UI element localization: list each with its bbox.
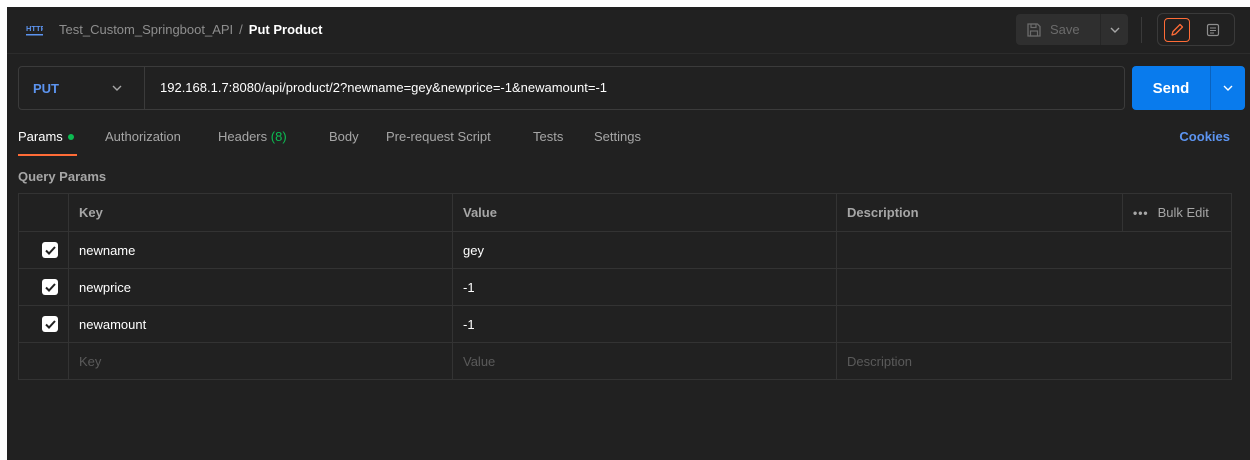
- table-row: newprice -1: [18, 268, 1232, 306]
- method-label: PUT: [33, 80, 59, 96]
- tab-params-label: Params: [18, 129, 63, 144]
- edit-mode-button[interactable]: [1164, 18, 1190, 42]
- new-param-row: Key Value Description: [18, 342, 1232, 380]
- save-options-button[interactable]: [1100, 14, 1128, 45]
- param-checkbox[interactable]: [42, 242, 58, 258]
- param-description[interactable]: [836, 231, 1232, 269]
- param-key[interactable]: newprice: [68, 268, 453, 306]
- header-checkbox-cell: [18, 193, 69, 232]
- http-icon: HTTP: [26, 24, 43, 36]
- request-url-bar: PUT 192.168.1.7:8080/api/product/2?newna…: [18, 66, 1125, 110]
- postman-app: HTTP Test_Custom_Springboot_API / Put Prod…: [7, 7, 1250, 460]
- chevron-down-icon: [112, 85, 122, 91]
- method-selector[interactable]: PUT: [19, 67, 145, 109]
- table-header-row: Key Value Description ••• Bulk Edit: [18, 193, 1232, 232]
- query-params-title: Query Params: [18, 169, 107, 184]
- row-checkbox-cell: [18, 305, 69, 343]
- query-params-table: Key Value Description ••• Bulk Edit newn…: [18, 193, 1232, 380]
- column-header-value: Value: [452, 193, 837, 232]
- param-description[interactable]: [836, 268, 1232, 306]
- chevron-down-icon: [1223, 85, 1233, 91]
- new-key-input[interactable]: Key: [68, 342, 453, 380]
- save-button[interactable]: Save: [1016, 14, 1100, 45]
- row-checkbox-cell: [18, 268, 69, 306]
- request-tabs: Params Authorization Headers (8) Body Pr…: [7, 129, 1250, 159]
- save-label: Save: [1050, 22, 1080, 37]
- param-key[interactable]: newname: [68, 231, 453, 269]
- save-button-group: Save: [1016, 14, 1128, 45]
- bulk-edit-cell: ••• Bulk Edit: [1122, 193, 1232, 232]
- param-value[interactable]: -1: [452, 268, 837, 306]
- breadcrumb-separator: /: [239, 22, 243, 37]
- breadcrumb: Test_Custom_Springboot_API / Put Product: [59, 22, 322, 37]
- breadcrumb-collection[interactable]: Test_Custom_Springboot_API: [59, 22, 233, 37]
- param-checkbox[interactable]: [42, 279, 58, 295]
- table-row: newamount -1: [18, 305, 1232, 343]
- send-options-button[interactable]: [1210, 66, 1245, 110]
- send-button[interactable]: Send: [1132, 66, 1210, 110]
- param-checkbox[interactable]: [42, 316, 58, 332]
- request-title[interactable]: Put Product: [249, 22, 323, 37]
- tab-pre-request-script[interactable]: Pre-request Script: [386, 129, 491, 144]
- column-header-description: Description: [836, 193, 1123, 232]
- active-tab-underline: [18, 154, 77, 156]
- row-checkbox-cell: [18, 231, 69, 269]
- documentation-icon: [1206, 23, 1220, 37]
- tab-settings[interactable]: Settings: [594, 129, 641, 144]
- tab-body[interactable]: Body: [329, 129, 359, 144]
- url-input[interactable]: 192.168.1.7:8080/api/product/2?newname=g…: [160, 80, 607, 95]
- chevron-down-icon: [1110, 27, 1119, 33]
- view-mode-toggle: [1157, 13, 1235, 46]
- row-checkbox-cell: [18, 342, 69, 380]
- tab-headers-label: Headers: [218, 129, 268, 144]
- tab-tests[interactable]: Tests: [533, 129, 563, 144]
- tab-params[interactable]: Params: [18, 129, 74, 144]
- param-value[interactable]: -1: [452, 305, 837, 343]
- param-key[interactable]: newamount: [68, 305, 453, 343]
- param-description[interactable]: [836, 305, 1232, 343]
- new-value-input[interactable]: Value: [452, 342, 837, 380]
- cookies-link[interactable]: Cookies: [1179, 129, 1230, 144]
- tab-headers[interactable]: Headers (8): [218, 129, 287, 144]
- pencil-icon: [1171, 23, 1184, 36]
- tab-headers-count: (8): [270, 129, 287, 144]
- tab-authorization[interactable]: Authorization: [105, 129, 181, 144]
- more-options-icon[interactable]: •••: [1133, 206, 1149, 220]
- check-icon: [44, 319, 56, 329]
- request-header: HTTP Test_Custom_Springboot_API / Put Prod…: [7, 7, 1250, 54]
- bulk-edit-label: Bulk Edit: [1157, 205, 1209, 220]
- new-description-input[interactable]: Description: [836, 342, 1232, 380]
- param-value[interactable]: gey: [452, 231, 837, 269]
- table-row: newname gey: [18, 231, 1232, 269]
- bulk-edit-button[interactable]: ••• Bulk Edit: [1133, 205, 1221, 220]
- send-button-group: Send: [1132, 66, 1245, 110]
- check-icon: [44, 245, 56, 255]
- check-icon: [44, 282, 56, 292]
- documentation-button[interactable]: [1200, 18, 1226, 42]
- svg-text:HTTP: HTTP: [26, 24, 43, 33]
- save-icon: [1027, 22, 1041, 37]
- header-divider: [1141, 17, 1142, 43]
- params-active-indicator: [67, 133, 74, 140]
- column-header-key: Key: [68, 193, 453, 232]
